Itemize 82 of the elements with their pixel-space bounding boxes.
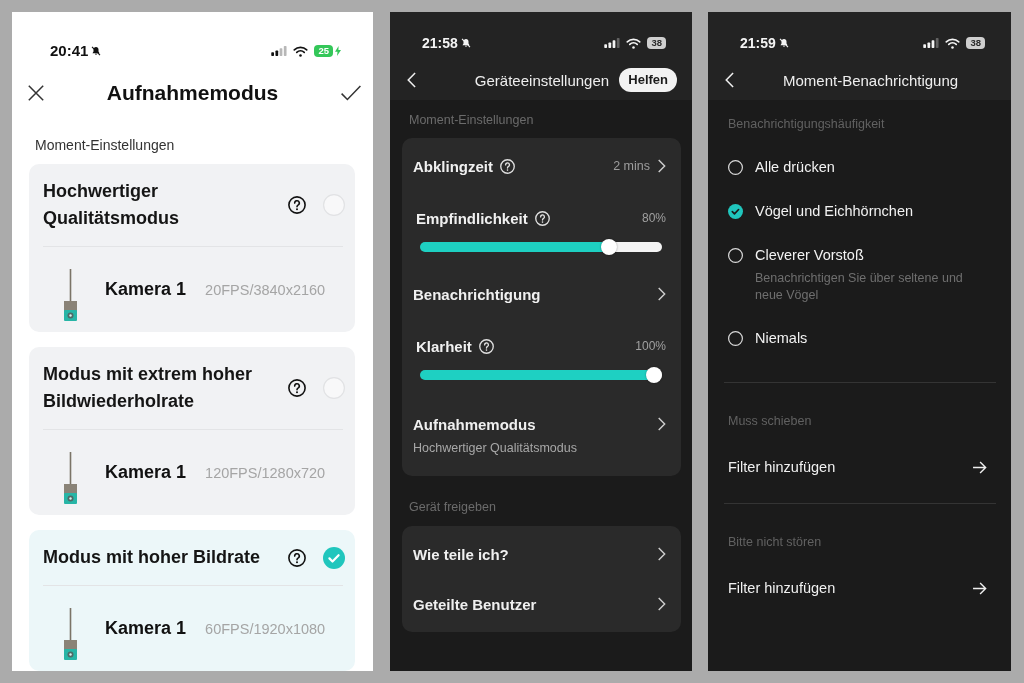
option-description: Benachrichtigen Sie über seltene und neue Vögel [755, 270, 964, 304]
chevron-right-icon[interactable] [658, 417, 666, 431]
muted-bell-icon [778, 38, 789, 48]
slider-thumb[interactable] [646, 367, 662, 383]
camera-name: Kamera 1 [105, 462, 187, 483]
battery-indicator: 38 [647, 37, 666, 49]
arrow-right-icon[interactable] [973, 581, 987, 595]
camera-spec: 120FPS/1280x720 [205, 464, 326, 481]
arrow-right-icon[interactable] [973, 460, 987, 474]
screen-title: Moment-Benachrichtigung [783, 71, 959, 89]
option-label[interactable]: Niemals [755, 328, 808, 348]
mode-title: Modus mit hoher Bildrate [43, 546, 260, 569]
section-label: Benachrichtigungshäufigkeit [728, 116, 885, 132]
mode-card[interactable]: Modus mit hoher Bildrate Kamera 1 60FPS/1920x1080 [29, 530, 355, 671]
chevron-right-icon[interactable] [658, 287, 666, 301]
back-icon[interactable] [407, 72, 416, 88]
option-label[interactable]: Vögel und Eichhörnchen [755, 201, 913, 221]
wifi-icon [945, 37, 961, 49]
camera-on-pole-icon [64, 451, 77, 504]
section-label: Moment-Einstellungen [35, 136, 175, 154]
setting-label[interactable]: Benachrichtigung [413, 285, 541, 303]
section-label: Moment-Einstellungen [409, 112, 534, 128]
setting-label: Empfindlichkeit [416, 209, 528, 227]
slider-reading: 100% [635, 339, 666, 353]
mode-card[interactable]: Hochwertiger Qualitätsmodus Kamera 1 20FPS/3840x2160 [29, 164, 355, 332]
setting-label[interactable]: Geteilte Benutzer [413, 595, 537, 613]
slider-track[interactable] [420, 370, 662, 380]
setting-value: 2 mins [613, 159, 650, 173]
help-button[interactable]: Helfen [619, 68, 677, 92]
setting-label[interactable]: Abklingzeit [413, 157, 493, 175]
status-time: 20:41 [50, 41, 89, 61]
wifi-icon [626, 37, 642, 49]
option-label[interactable]: Cleverer Vorstoß [755, 245, 864, 265]
radio-button[interactable] [323, 546, 345, 569]
chevron-right-icon[interactable] [658, 159, 666, 173]
signal-icon [604, 38, 621, 48]
camera-on-pole-icon [64, 607, 77, 660]
option-label[interactable]: Alle drücken [755, 157, 835, 177]
setting-subtitle: Hochwertiger Qualitätsmodus [413, 440, 577, 456]
help-icon[interactable] [288, 196, 306, 214]
camera-spec: 60FPS/1920x1080 [205, 620, 326, 637]
camera-name: Kamera 1 [105, 618, 187, 639]
status-time: 21:58 [422, 34, 458, 53]
chevron-right-icon[interactable] [658, 547, 666, 561]
filter-link[interactable]: Filter hinzufügen [728, 580, 836, 596]
mode-title: Modus mit extrem hoher Bildwiederholrate [43, 363, 254, 413]
screen-title: Geräteeinstellungen [474, 71, 610, 89]
muted-bell-icon [460, 38, 471, 48]
chevron-right-icon[interactable] [658, 597, 666, 611]
filter-link[interactable]: Filter hinzufügen [728, 459, 836, 475]
section-label: Bitte nicht stören [728, 534, 822, 550]
wifi-icon [293, 45, 309, 57]
radio-button[interactable] [728, 159, 743, 175]
battery-indicator: 38 [966, 37, 985, 49]
camera-name: Kamera 1 [105, 279, 187, 300]
help-icon[interactable] [288, 379, 306, 397]
back-icon[interactable] [725, 72, 734, 88]
radio-button[interactable] [728, 203, 743, 219]
radio-button[interactable] [728, 247, 743, 263]
camera-spec: 20FPS/3840x2160 [205, 281, 326, 298]
screen-title: Aufnahmemodus [106, 81, 279, 105]
section-label: Muss schieben [728, 413, 812, 429]
setting-label[interactable]: Aufnahmemodus [413, 415, 536, 433]
close-icon[interactable] [28, 85, 44, 101]
setting-label: Klarheit [416, 337, 472, 355]
slider-thumb[interactable] [600, 239, 617, 255]
setting-label[interactable]: Wie teile ich? [413, 545, 509, 563]
signal-icon [923, 38, 940, 48]
status-time: 21:59 [740, 34, 776, 53]
signal-icon [271, 46, 288, 56]
muted-bell-icon [91, 46, 102, 56]
mode-card[interactable]: Modus mit extrem hoher Bildwiederholrate Kamera 1 120FPS/1280x720 [29, 347, 355, 515]
bolt-icon [335, 46, 341, 56]
section-label: Gerät freigeben [409, 499, 496, 515]
camera-on-pole-icon [64, 268, 77, 321]
radio-button[interactable] [728, 330, 743, 346]
mode-title: Hochwertiger Qualitätsmodus [43, 180, 181, 230]
check-icon[interactable] [341, 85, 361, 101]
slider-track[interactable] [420, 242, 662, 252]
slider-reading: 80% [641, 211, 666, 225]
battery-indicator: 25 [314, 45, 333, 57]
help-icon[interactable] [288, 548, 306, 567]
